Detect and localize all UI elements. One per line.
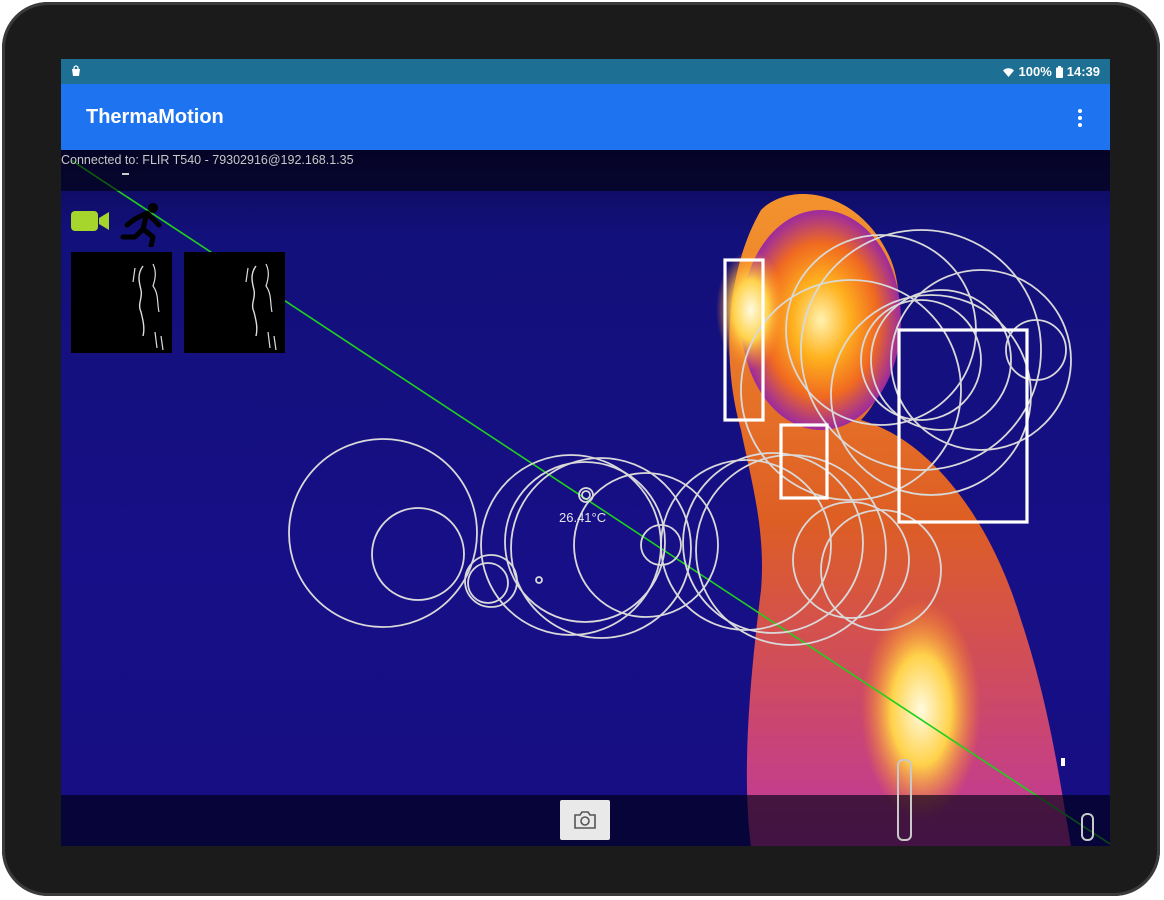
- motion-thumbnail-1[interactable]: [71, 252, 172, 353]
- spot-temperature: 26.41°C: [559, 510, 607, 525]
- more-vert-icon[interactable]: [1068, 106, 1092, 130]
- divider: [122, 173, 129, 175]
- running-person-icon[interactable]: [117, 201, 167, 247]
- clock: 14:39: [1066, 64, 1100, 79]
- connection-status: Connected to: FLIR T540 - 79302916@192.1…: [61, 153, 354, 167]
- motion-thumbnail-2[interactable]: [184, 252, 285, 353]
- app-bar: ThermaMotion: [61, 84, 1110, 150]
- scroll-handle[interactable]: [1081, 813, 1094, 841]
- app-title: ThermaMotion: [86, 106, 224, 128]
- camera-icon: [574, 811, 596, 829]
- wifi-icon: [1002, 67, 1014, 77]
- snapshot-button[interactable]: [560, 800, 610, 840]
- battery-icon: [1055, 65, 1063, 78]
- tablet-frame: 100% 14:39 ThermaMotion Connected to: FL…: [2, 2, 1160, 896]
- range-slider-handle[interactable]: [897, 759, 912, 841]
- status-bar: 100% 14:39: [61, 59, 1110, 84]
- screen: 100% 14:39 ThermaMotion Connected to: FL…: [61, 59, 1110, 846]
- video-camera-icon[interactable]: [71, 209, 111, 233]
- battery-percent: 100%: [1018, 64, 1052, 79]
- shopping-bag-icon: [72, 65, 80, 76]
